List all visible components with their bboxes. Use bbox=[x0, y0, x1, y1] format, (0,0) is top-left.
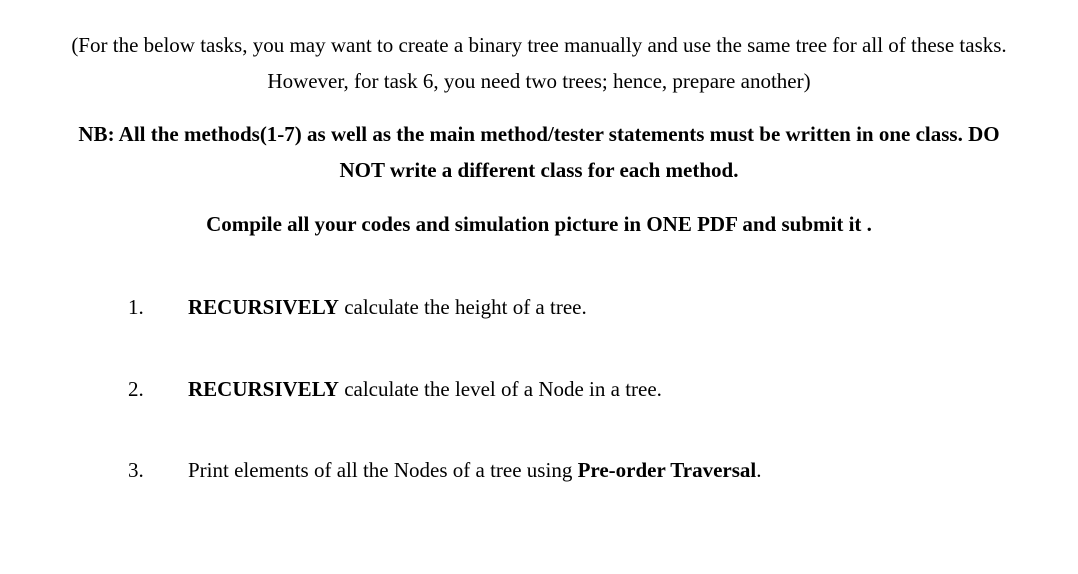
nb-paragraph: NB: All the methods(1-7) as well as the … bbox=[48, 117, 1030, 188]
rest-text: calculate the height of a tree. bbox=[339, 295, 587, 319]
list-item: 1. RECURSIVELY calculate the height of a… bbox=[128, 292, 970, 324]
list-number: 3. bbox=[128, 455, 188, 487]
list-content: RECURSIVELY calculate the height of a tr… bbox=[188, 292, 970, 324]
suffix-text: . bbox=[756, 458, 761, 482]
bold-word: RECURSIVELY bbox=[188, 377, 339, 401]
list-number: 1. bbox=[128, 292, 188, 324]
list-item: 3. Print elements of all the Nodes of a … bbox=[128, 455, 970, 487]
list-number: 2. bbox=[128, 374, 188, 406]
prefix-text: Print elements of all the Nodes of a tre… bbox=[188, 458, 578, 482]
bold-word: RECURSIVELY bbox=[188, 295, 339, 319]
list-content: RECURSIVELY calculate the level of a Nod… bbox=[188, 374, 970, 406]
compile-paragraph: Compile all your codes and simulation pi… bbox=[48, 207, 1030, 243]
intro-paragraph: (For the below tasks, you may want to cr… bbox=[48, 28, 1030, 99]
rest-text: calculate the level of a Node in a tree. bbox=[339, 377, 662, 401]
task-list: 1. RECURSIVELY calculate the height of a… bbox=[48, 292, 1030, 487]
list-content: Print elements of all the Nodes of a tre… bbox=[188, 455, 970, 487]
list-item: 2. RECURSIVELY calculate the level of a … bbox=[128, 374, 970, 406]
bold-word: Pre-order Traversal bbox=[578, 458, 757, 482]
